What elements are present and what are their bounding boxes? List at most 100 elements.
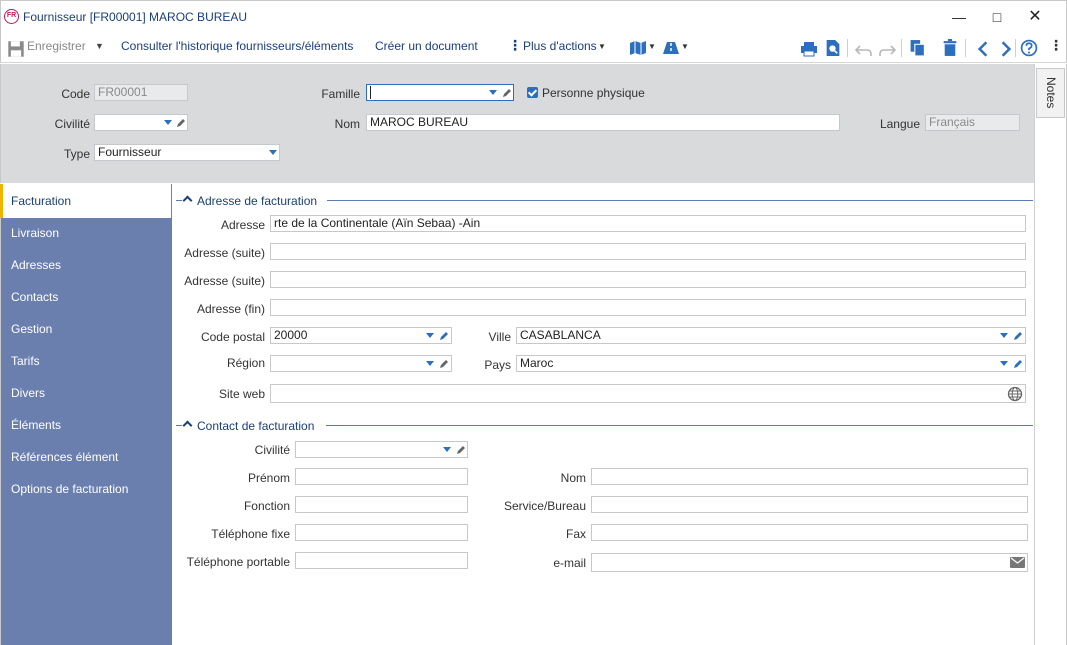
sidebar-item-adresses[interactable]: Adresses [0,249,171,281]
contact-nom-field[interactable] [591,468,1028,485]
toolbar-separator [901,39,902,57]
save-button[interactable]: Enregistrer [27,39,86,53]
service-bureau-label: Service/Bureau [503,499,586,513]
print-preview-icon[interactable] [824,39,842,57]
duplicate-icon[interactable] [909,39,927,57]
print-icon[interactable] [800,40,818,58]
email-field[interactable] [591,553,1028,572]
more-actions-button[interactable]: Plus d'actions [523,39,597,53]
help-icon[interactable] [1020,39,1038,57]
road-icon[interactable] [662,39,680,57]
contact-civilite-dropdown-icon[interactable] [443,447,451,452]
prenom-field[interactable] [295,468,468,485]
famille-dropdown-icon[interactable] [489,90,497,95]
ville-dropdown-icon[interactable] [1000,333,1008,338]
fonction-field[interactable] [295,496,468,513]
fonction-label: Fonction [243,499,290,513]
minimize-icon[interactable]: — [947,7,971,27]
road-dropdown-icon[interactable]: ▼ [681,42,689,51]
adresse-suite-field[interactable] [270,243,1026,260]
personne-physique-label: Personne physique [542,86,645,100]
famille-edit-icon[interactable] [501,87,513,99]
langue-label: Langue [879,117,920,131]
region-dropdown-icon[interactable] [426,361,434,366]
region-label: Région [226,356,265,370]
fax-field[interactable] [591,524,1028,541]
nom-field[interactable]: MAROC BUREAU [366,114,840,131]
pays-edit-icon[interactable] [1012,358,1024,370]
sidebar-item-elements[interactable]: Éléments [0,409,171,441]
type-field[interactable]: Fournisseur [94,144,280,161]
next-icon[interactable] [997,40,1015,58]
civilite-dropdown-icon[interactable] [164,120,172,125]
section-divider [176,425,182,426]
sidebar-item-gestion[interactable]: Gestion [0,313,171,345]
pays-dropdown-icon[interactable] [1000,361,1008,366]
civilite-edit-icon[interactable] [175,117,187,129]
toolbar-separator [965,39,966,57]
service-bureau-field[interactable] [591,496,1028,513]
notes-tab[interactable]: Notes [1036,68,1065,118]
adresse-fin-field[interactable] [270,299,1026,316]
civilite-field[interactable] [94,114,188,131]
delete-icon[interactable] [941,39,959,57]
fax-label: Fax [565,527,586,541]
globe-icon[interactable] [1007,386,1023,402]
type-label: Type [63,147,90,161]
window-title: Fournisseur [FR00001] MAROC BUREAU [23,10,248,24]
overflow-menu-icon[interactable]: ⋮ [1049,37,1063,54]
more-actions-dropdown-icon: ▼ [598,42,606,51]
langue-field[interactable]: Français [925,114,1020,131]
sidebar-item-livraison[interactable]: Livraison [0,217,171,249]
adresse-field[interactable]: rte de la Continentale (Aïn Sebaa) -Ain [270,215,1026,232]
sidebar-item-contacts[interactable]: Contacts [0,281,171,313]
adresse-label: Adresse [220,218,265,232]
maximize-icon[interactable]: □ [985,7,1009,27]
close-icon[interactable]: ✕ [1023,7,1047,27]
pays-label: Pays [484,358,511,372]
sidebar-item-options-facturation[interactable]: Options de facturation [0,473,171,505]
telephone-fixe-field[interactable] [295,524,468,541]
undo-icon[interactable] [855,41,873,59]
code-postal-field[interactable]: 20000 [270,327,452,344]
toolbar-separator [847,39,848,57]
map-icon[interactable] [629,39,647,57]
pays-field[interactable]: Maroc [516,355,1026,372]
contact-nom-label: Nom [560,471,586,485]
personne-physique-checkbox[interactable] [527,87,538,98]
mail-icon[interactable] [1010,557,1025,568]
sidebar-item-facturation[interactable]: Facturation [0,184,171,218]
create-document-button[interactable]: Créer un document [375,39,478,53]
contact-civilite-edit-icon[interactable] [455,444,467,456]
code-postal-dropdown-icon[interactable] [426,333,434,338]
region-field[interactable] [270,355,452,372]
nom-label: Nom [334,117,360,131]
map-dropdown-icon[interactable]: ▼ [648,42,656,51]
famille-label: Famille [321,87,360,101]
telephone-portable-field[interactable] [295,552,468,569]
ville-field[interactable]: CASABLANCA [516,327,1026,344]
toolbar-separator [1015,39,1016,57]
adresse-suite-2-field[interactable] [270,271,1026,288]
ville-edit-icon[interactable] [1012,330,1024,342]
region-edit-icon[interactable] [438,358,450,370]
section-divider [176,200,182,201]
sidebar-item-tarifs[interactable]: Tarifs [0,345,171,377]
code-postal-edit-icon[interactable] [438,330,450,342]
sidebar-item-divers[interactable]: Divers [0,377,171,409]
save-dropdown-icon[interactable]: ▼ [95,41,104,51]
type-dropdown-icon[interactable] [269,150,277,155]
ville-label: Ville [488,330,511,344]
code-field[interactable]: FR00001 [94,84,188,101]
site-web-field[interactable] [270,384,1026,403]
civilite-label: Civilité [54,117,90,131]
redo-icon[interactable] [878,41,896,59]
history-button[interactable]: Consulter l'historique fournisseurs/élém… [121,39,353,53]
sidebar-item-references-element[interactable]: Références élément [0,441,171,473]
section-title-adresse-facturation: Adresse de facturation [197,194,318,208]
site-web-label: Site web [218,387,265,401]
notes-tab-label: Notes [1044,77,1058,109]
section-title-contact-facturation: Contact de facturation [197,419,315,433]
telephone-portable-label: Téléphone portable [186,555,290,569]
previous-icon[interactable] [974,40,992,58]
